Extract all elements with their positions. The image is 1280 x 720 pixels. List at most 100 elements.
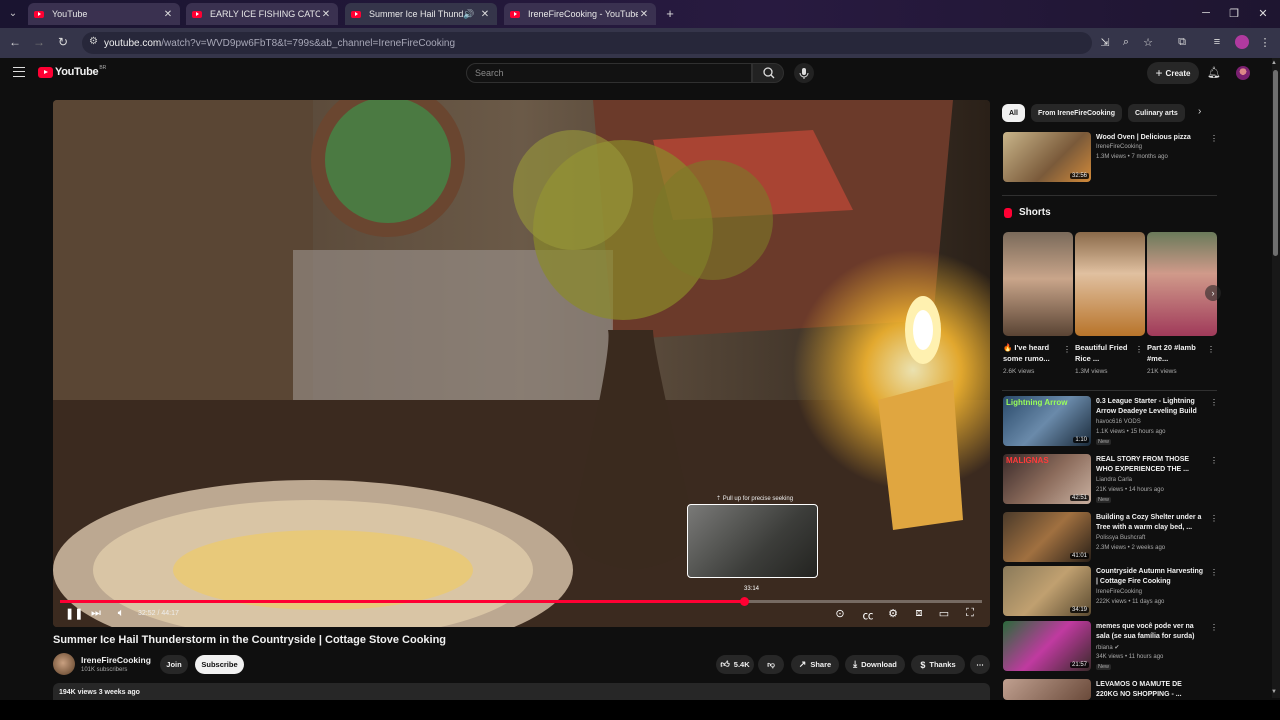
thanks-button[interactable]: $ Thanks (911, 655, 965, 674)
recommended-video[interactable]: 41:01 Building a Cozy Shelter under a Tr… (1003, 512, 1218, 562)
url-field[interactable]: ⚙ youtube.com/watch?v=WVD9pw6FbT8&t=799s… (82, 32, 1092, 54)
share-button[interactable]: ↗ Share (791, 655, 839, 674)
install-app-icon[interactable]: ⇲ (1098, 36, 1112, 49)
like-button[interactable]: 👍︎ 5.4K (716, 655, 754, 674)
browser-tab-4[interactable]: IreneFireCooking - YouTube ✕ (504, 3, 656, 25)
section-divider (1002, 195, 1217, 196)
tab-close-icon[interactable]: ✕ (479, 9, 491, 20)
more-vert-icon[interactable]: ⋮ (1210, 134, 1218, 143)
search-button[interactable] (752, 63, 784, 83)
more-vert-icon[interactable]: ⋮ (1135, 345, 1143, 354)
voice-search-button[interactable] (794, 63, 814, 83)
thumbnail-text: MALIGNAS (1006, 456, 1049, 465)
chip-from-channel[interactable]: From IreneFireCooking (1030, 104, 1122, 122)
scroll-up-arrow-icon[interactable]: ▲ (1271, 60, 1277, 66)
youtube-logo[interactable]: YouTube BR (38, 65, 106, 78)
more-horiz-icon: ⋯ (976, 660, 984, 669)
short-item[interactable]: Beautiful Fried Rice ... 1.3M views ⋮ (1075, 232, 1145, 375)
more-vert-icon[interactable]: ⋮ (1207, 345, 1215, 354)
recommended-video[interactable]: 34:19 Countryside Autumn Harvesting | Co… (1003, 566, 1218, 616)
new-badge: New (1096, 497, 1112, 503)
chips-next-chevron-icon[interactable]: › (1198, 106, 1201, 117)
recommended-video[interactable]: LEVAMOS O MAMUTE DE 220KG NO SHOPPING - … (1003, 679, 1213, 700)
rec-meta: 34K views • 11 hours ago (1096, 654, 1164, 660)
chip-culinary-arts[interactable]: Culinary arts (1127, 104, 1185, 122)
volume-icon[interactable]: 🔈︎ (114, 607, 128, 620)
restore-icon[interactable]: ❐ (1227, 7, 1241, 20)
minimize-icon[interactable]: ─ (1199, 7, 1213, 19)
more-vert-icon[interactable]: ⋮ (1210, 623, 1218, 632)
recommended-video[interactable]: 32:56 Wood Oven | Delicious pizza IreneF… (1003, 132, 1218, 182)
short-thumbnail (1075, 232, 1145, 336)
fullscreen-icon[interactable]: ⛶ (963, 607, 977, 620)
tab-label: Summer Ice Hail Thunderstorm (369, 9, 463, 19)
short-item[interactable]: 🔥 I've heard some rumo... 2.6K views ⋮ (1003, 232, 1073, 375)
scrollbar-thumb[interactable] (1273, 70, 1278, 256)
more-actions-button[interactable]: ⋯ (970, 655, 990, 674)
autoplay-toggle-icon[interactable]: ⊙ (833, 607, 847, 620)
extensions-icon[interactable]: ⧉ (1175, 36, 1189, 49)
more-vert-icon[interactable]: ⋮ (1210, 568, 1218, 577)
progress-bar[interactable] (60, 597, 982, 606)
scroll-down-arrow-icon[interactable]: ▼ (1271, 689, 1277, 695)
search-input[interactable]: Search (466, 63, 752, 83)
channel-name[interactable]: IreneFireCooking (81, 655, 151, 665)
more-vert-icon[interactable]: ⋮ (1210, 398, 1218, 407)
tab-label: YouTube (52, 9, 88, 19)
create-button[interactable]: + Create (1147, 62, 1199, 84)
reload-icon[interactable]: ↻ (55, 35, 71, 49)
speaker-icon[interactable]: 🔊 (463, 9, 475, 20)
tab-close-icon[interactable]: ✕ (320, 9, 332, 20)
media-control-icon[interactable]: ≡ (1210, 36, 1224, 48)
notifications-bell-icon[interactable]: 🔔︎ (1207, 66, 1221, 79)
pause-icon[interactable]: ❚❚ (65, 607, 83, 620)
captions-icon[interactable]: ㏄ (861, 607, 875, 623)
time-display: 32:52 / 44:17 (138, 610, 179, 617)
video-player[interactable] (53, 100, 990, 627)
plus-icon: + (1155, 66, 1163, 80)
browser-tab-2[interactable]: EARLY ICE FISHING CATCH AND ✕ (186, 3, 338, 25)
new-tab-plus-icon[interactable]: + (662, 6, 678, 22)
create-label: Create (1165, 68, 1191, 78)
recommended-video[interactable]: MALIGNAS 42:51 REAL STORY FROM THOSE WHO… (1003, 454, 1218, 504)
browser-profile-avatar[interactable] (1235, 35, 1249, 49)
shorts-next-chevron-icon[interactable]: › (1205, 285, 1221, 301)
settings-gear-icon[interactable]: ⚙ (886, 607, 900, 620)
more-vert-icon[interactable]: ⋮ (1210, 456, 1218, 465)
tab-search-chevron-icon[interactable]: ⌄ (4, 5, 22, 23)
back-arrow-icon[interactable]: ← (7, 35, 23, 49)
browser-tab-3-active[interactable]: Summer Ice Hail Thunderstorm 🔊 ✕ (345, 3, 497, 25)
duration-badge: 1:10 (1073, 437, 1089, 443)
rec-meta: 21K views • 14 hours ago (1096, 487, 1164, 493)
bookmark-star-icon[interactable]: ☆ (1141, 36, 1155, 49)
channel-avatar[interactable] (53, 653, 75, 675)
guide-menu-icon[interactable] (13, 67, 25, 77)
recommended-video[interactable]: 21:57 memes que você pode ver na sala (s… (1003, 621, 1218, 671)
subscribe-button[interactable]: Subscribe (195, 655, 244, 674)
browser-menu-kebab-icon[interactable]: ⋮ (1258, 36, 1272, 49)
chip-all[interactable]: All (1002, 104, 1025, 122)
youtube-favicon-icon (510, 10, 520, 18)
shorts-heading: Shorts (1004, 207, 1051, 218)
recommended-video[interactable]: Lightning Arrow 1:10 0.3 League Starter … (1003, 396, 1218, 446)
download-button[interactable]: ⤓ Download (845, 655, 905, 674)
search-icon (763, 67, 775, 79)
join-button[interactable]: Join (160, 655, 188, 674)
close-window-icon[interactable]: ✕ (1256, 7, 1270, 20)
browser-tab-1[interactable]: YouTube ✕ (28, 3, 180, 25)
next-video-icon[interactable]: ⏭ (89, 607, 103, 620)
miniplayer-icon[interactable]: ⧈ (912, 607, 926, 620)
tab-close-icon[interactable]: ✕ (162, 9, 174, 20)
more-vert-icon[interactable]: ⋮ (1210, 681, 1213, 690)
tab-label: EARLY ICE FISHING CATCH AND (210, 9, 320, 19)
site-info-icon[interactable]: ⚙ (89, 36, 98, 47)
more-vert-icon[interactable]: ⋮ (1063, 345, 1071, 354)
account-avatar[interactable] (1236, 66, 1250, 80)
tab-close-icon[interactable]: ✕ (638, 9, 650, 20)
dislike-button[interactable]: 👎︎ (758, 655, 784, 674)
short-item[interactable]: Part 20 #lamb #me... 21K views ⋮ (1147, 232, 1217, 375)
zoom-icon[interactable]: ⌕ (1119, 36, 1133, 49)
more-vert-icon[interactable]: ⋮ (1210, 514, 1218, 523)
forward-arrow-icon[interactable]: → (31, 35, 47, 49)
theater-mode-icon[interactable]: ▭ (937, 607, 951, 620)
